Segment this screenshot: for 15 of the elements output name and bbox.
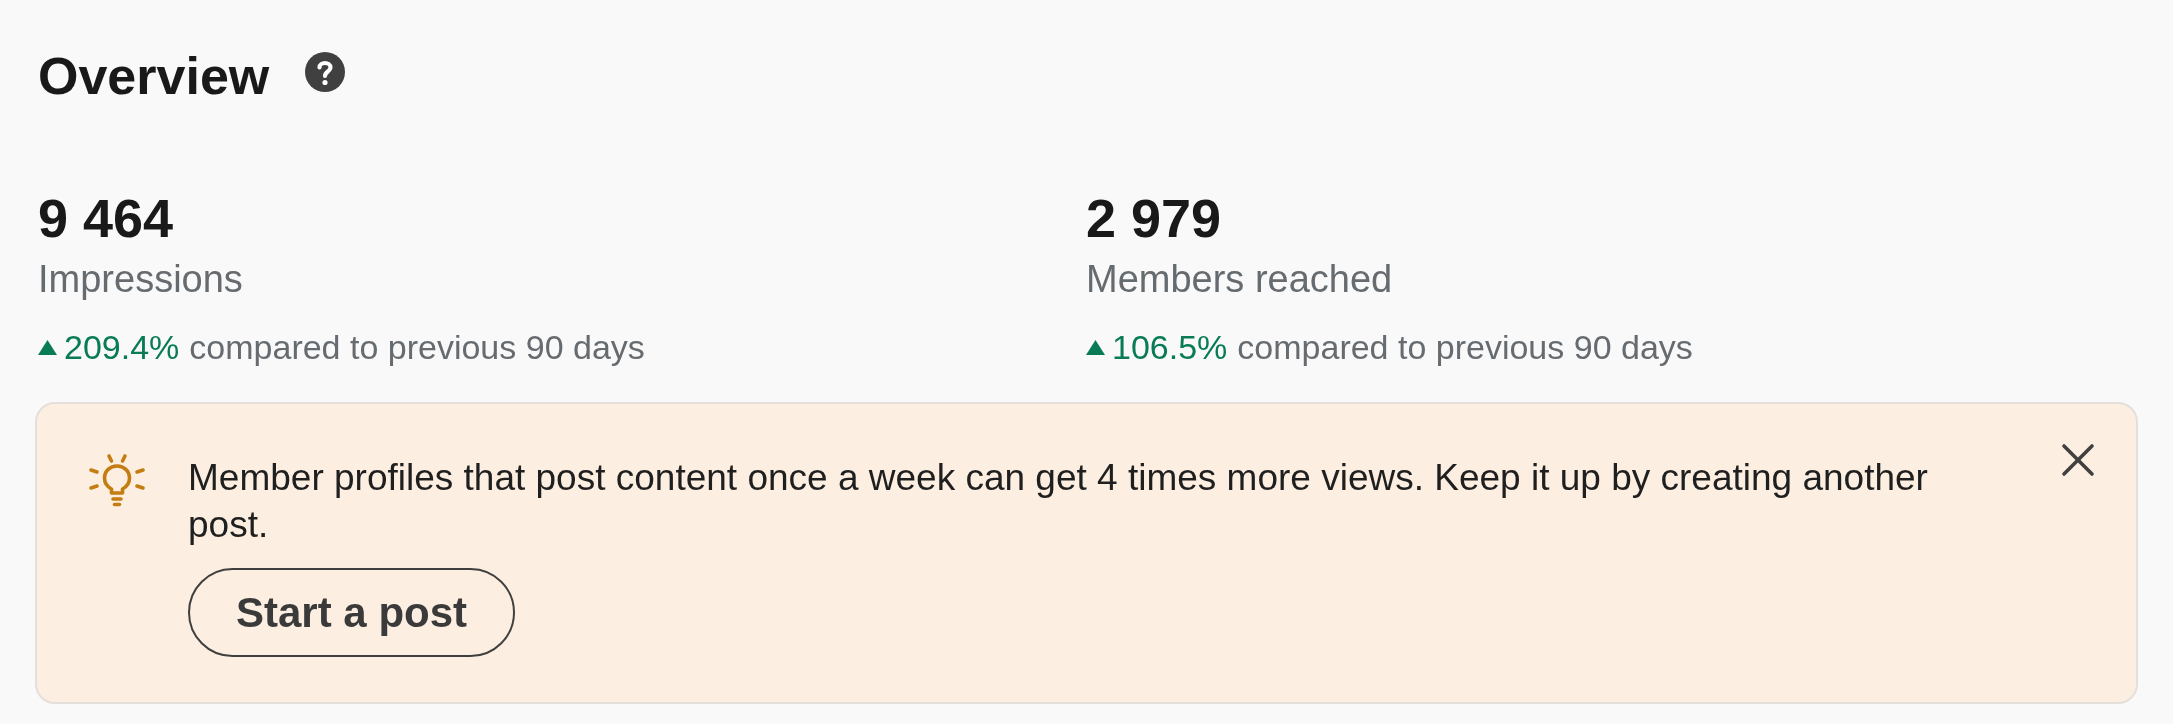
metric-label: Members reached <box>1086 260 1393 298</box>
tip-message: Member profiles that post content once a week can get 4 times more views. Keep it up by creating another post. <box>188 456 1929 547</box>
metric-value: 9 464 <box>38 191 174 245</box>
metric-label: Impressions <box>38 260 243 298</box>
change-percent: 209.4% <box>64 330 180 364</box>
lightbulb-icon <box>88 453 146 509</box>
change-percent: 106.5% <box>1112 330 1228 364</box>
close-icon <box>2061 443 2095 477</box>
start-post-button[interactable]: Start a post <box>188 568 516 657</box>
comparison-text: compared to previous 90 days <box>1237 330 1693 364</box>
close-button[interactable] <box>2061 443 2095 477</box>
comparison-text: compared to previous 90 days <box>189 330 645 364</box>
help-icon[interactable] <box>305 52 346 92</box>
section-title: Overview <box>38 50 270 102</box>
metric-value: 2 979 <box>1086 191 1222 245</box>
